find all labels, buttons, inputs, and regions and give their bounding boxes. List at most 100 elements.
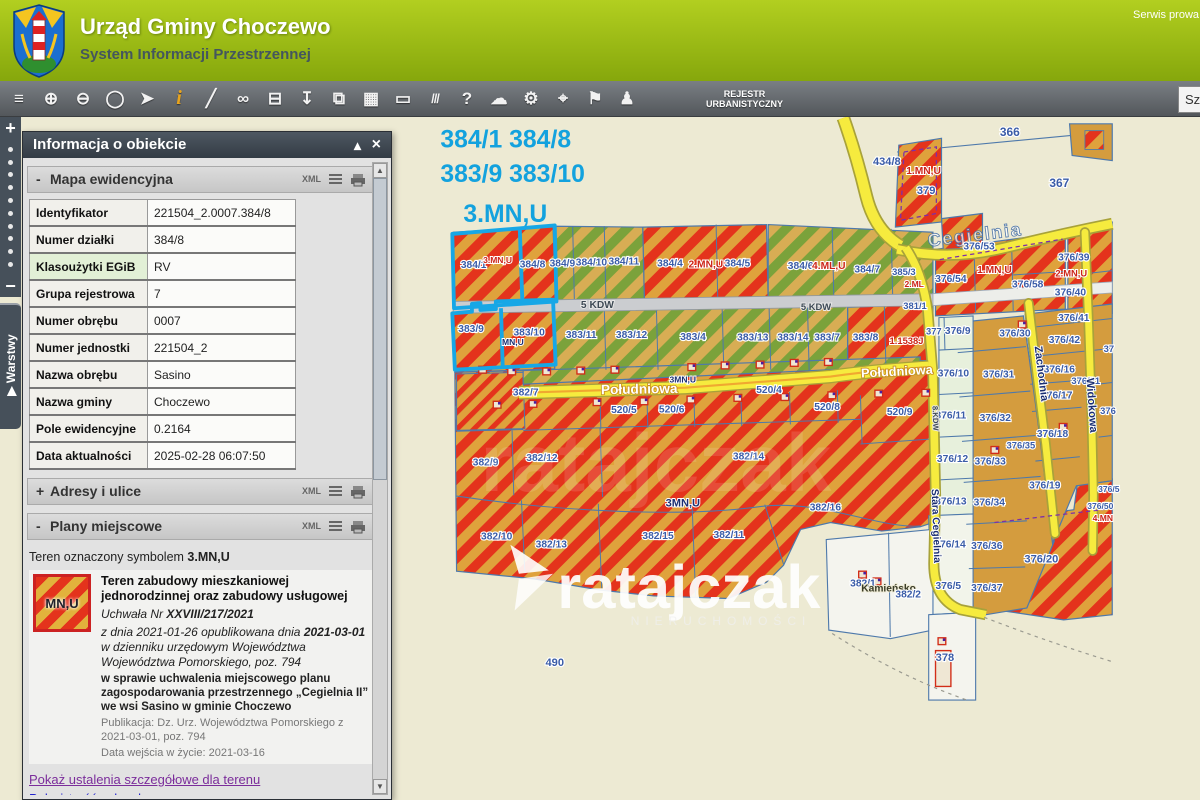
map-label: 376/35 bbox=[1007, 439, 1036, 450]
printer-icon[interactable] bbox=[350, 520, 366, 534]
help-icon[interactable]: ? bbox=[454, 86, 480, 112]
map-label: 376/33 bbox=[975, 456, 1007, 467]
attribute-value: 7 bbox=[147, 279, 296, 308]
map-label: 5 KDW bbox=[801, 301, 831, 312]
map-label: 4.ML,U bbox=[812, 261, 846, 272]
download-icon[interactable]: ↧ bbox=[294, 86, 320, 112]
plan-link[interactable]: Pokaż treść uchwały bbox=[29, 791, 373, 795]
list-icon[interactable] bbox=[328, 485, 343, 498]
zoom-in-icon[interactable]: ⊕ bbox=[38, 86, 64, 112]
attribute-value: 384/8 bbox=[147, 225, 296, 254]
section-plany-miejscowe[interactable]: - Plany miejscowe XML bbox=[27, 513, 373, 540]
link-icon[interactable]: ∞ bbox=[230, 86, 256, 112]
map-label: 1.MN,U bbox=[977, 265, 1012, 276]
attribute-label: Nazwa obrębu bbox=[29, 360, 148, 389]
map-label: 381/1 bbox=[903, 300, 926, 311]
attribute-value: Choczewo bbox=[147, 387, 296, 416]
urban-register-button[interactable]: REJESTR URBANISTYCZNY bbox=[706, 89, 783, 109]
scroll-up-icon[interactable]: ▲ bbox=[373, 163, 387, 178]
copy-view-icon[interactable]: ⧉ bbox=[326, 86, 352, 112]
close-icon[interactable]: × bbox=[372, 132, 381, 158]
map-label: 520/9 bbox=[887, 407, 913, 418]
list-icon[interactable] bbox=[328, 520, 343, 533]
map-label: 376/41 bbox=[1058, 313, 1090, 324]
map-label: 383/8 bbox=[853, 333, 879, 344]
slope-icon[interactable]: /// bbox=[422, 86, 448, 112]
map-label: 383/11 bbox=[566, 330, 597, 341]
flag-icon[interactable]: ⚑ bbox=[582, 86, 608, 112]
plan-links: Pokaż ustalenia szczegółowe dla terenu Po… bbox=[29, 772, 373, 795]
map-label: 1.MN,U bbox=[906, 166, 941, 177]
map-label: 377 bbox=[926, 326, 942, 337]
plan-symbol-line: Teren oznaczony symbolem 3.MN,U bbox=[29, 550, 230, 564]
table-row: Pole ewidencyjne 0.2164 bbox=[29, 414, 296, 443]
person-icon[interactable]: ♟ bbox=[614, 86, 640, 112]
zoom-slider-track[interactable] bbox=[8, 139, 13, 275]
scroll-down-icon[interactable]: ▼ bbox=[373, 779, 387, 794]
plan-resolution: Uchwała Nr XXVIII/217/2021 bbox=[101, 607, 254, 621]
map-label: 376/39 bbox=[1058, 252, 1090, 263]
info-icon[interactable]: i bbox=[166, 86, 192, 112]
map-label: 376/10 bbox=[938, 369, 970, 380]
panel-scrollbar[interactable]: ▲ ▼ bbox=[372, 162, 388, 795]
zoom-in-button[interactable]: + bbox=[5, 117, 16, 139]
printer-icon[interactable] bbox=[350, 485, 366, 499]
attribute-value: 0.2164 bbox=[147, 414, 296, 443]
svg-text:ratajczak: ratajczak bbox=[480, 418, 831, 509]
section-adresy-i-ulice[interactable]: + Adresy i ulice XML bbox=[27, 478, 373, 505]
comment-icon[interactable]: ▭ bbox=[390, 86, 416, 112]
xml-icon[interactable]: XML bbox=[302, 167, 321, 192]
table-row: Identyfikator 221504_2.0007.384/8 bbox=[29, 199, 296, 227]
measure-icon[interactable]: ╱ bbox=[198, 86, 224, 112]
layers-tab[interactable]: ▶ Warstwy bbox=[0, 303, 21, 429]
service-note: Serwis prowa bbox=[1133, 9, 1200, 21]
plan-entry: MN,U Teren zabudowy mieszkaniowej jednor… bbox=[29, 570, 373, 764]
zoom-out-icon[interactable]: ⊖ bbox=[70, 86, 96, 112]
map-label: 383/12 bbox=[616, 330, 648, 341]
map-label: 376/42 bbox=[1049, 335, 1081, 346]
map-label: 378 bbox=[936, 652, 954, 664]
map-label: 382/15 bbox=[642, 531, 674, 542]
map-label: 384/11 bbox=[609, 257, 640, 268]
map-label: 383/14 bbox=[777, 333, 809, 344]
map-label: 385/3 bbox=[892, 266, 915, 277]
list-icon[interactable] bbox=[328, 173, 343, 186]
plan-effective-date: Data wejścia w życie: 2021-03-16 bbox=[101, 747, 265, 759]
map-label: 366 bbox=[1000, 125, 1020, 139]
search-location-icon[interactable]: ⌖ bbox=[550, 86, 576, 112]
map-label: 384/4 bbox=[657, 258, 683, 269]
printer-icon[interactable] bbox=[350, 173, 366, 187]
print-icon[interactable]: ⊟ bbox=[262, 86, 288, 112]
xml-icon[interactable]: XML bbox=[302, 479, 321, 504]
map-label: 382/7 bbox=[513, 387, 539, 398]
attribute-value: 221504_2 bbox=[147, 333, 296, 362]
section-mapa-ewidencyjna[interactable]: - Mapa ewidencyjna XML bbox=[27, 166, 373, 193]
zoom-out-button[interactable]: − bbox=[5, 275, 16, 297]
scrollbar-thumb[interactable] bbox=[373, 178, 387, 480]
map-label: 376/19 bbox=[1029, 480, 1061, 491]
map-label: 379 bbox=[917, 185, 935, 197]
settings-icon[interactable]: ⚙ bbox=[518, 86, 544, 112]
map-label: 382/10 bbox=[481, 532, 513, 543]
grid-icon[interactable]: ▦ bbox=[358, 86, 384, 112]
pointer-icon[interactable]: ➤ bbox=[134, 86, 160, 112]
cloud-icon[interactable]: ☁ bbox=[486, 86, 512, 112]
map-label: 376/20 bbox=[1024, 554, 1058, 566]
xml-icon[interactable]: XML bbox=[302, 514, 321, 539]
map-label: 376/32 bbox=[980, 413, 1012, 424]
map-label: 520/4 bbox=[756, 385, 782, 396]
select-area-icon[interactable]: ◯ bbox=[102, 86, 128, 112]
map-label: 376/37 bbox=[971, 583, 1003, 594]
layers-icon[interactable]: ≡ bbox=[6, 86, 32, 112]
map-label: 520/6 bbox=[659, 404, 685, 415]
map-toolbar: ≡ ⊕ ⊖ ◯ ➤ i ╱ ∞ ⊟ ↧ ⧉ ▦ ▭///? ☁ ⚙ ⌖ ⚑ ♟ REJESTR URBANISTY… bbox=[0, 81, 1200, 117]
attribute-label: Grupa rejestrowa bbox=[29, 279, 148, 308]
search-button[interactable]: Szukaj bbox=[1178, 86, 1200, 113]
plan-title: Teren zabudowy mieszkaniowej jednorodzin… bbox=[101, 574, 348, 603]
map-label: 376/34 bbox=[974, 497, 1006, 508]
plan-link[interactable]: Pokaż ustalenia szczegółowe dla terenu bbox=[29, 772, 373, 787]
collapse-icon[interactable]: ▴ bbox=[354, 132, 361, 158]
object-info-panel: Informacja o obiekcie ▴ × - Mapa ewidency… bbox=[22, 131, 392, 800]
panel-titlebar[interactable]: Informacja o obiekcie ▴ × bbox=[23, 132, 391, 158]
map-label: 382/11 bbox=[714, 530, 745, 541]
